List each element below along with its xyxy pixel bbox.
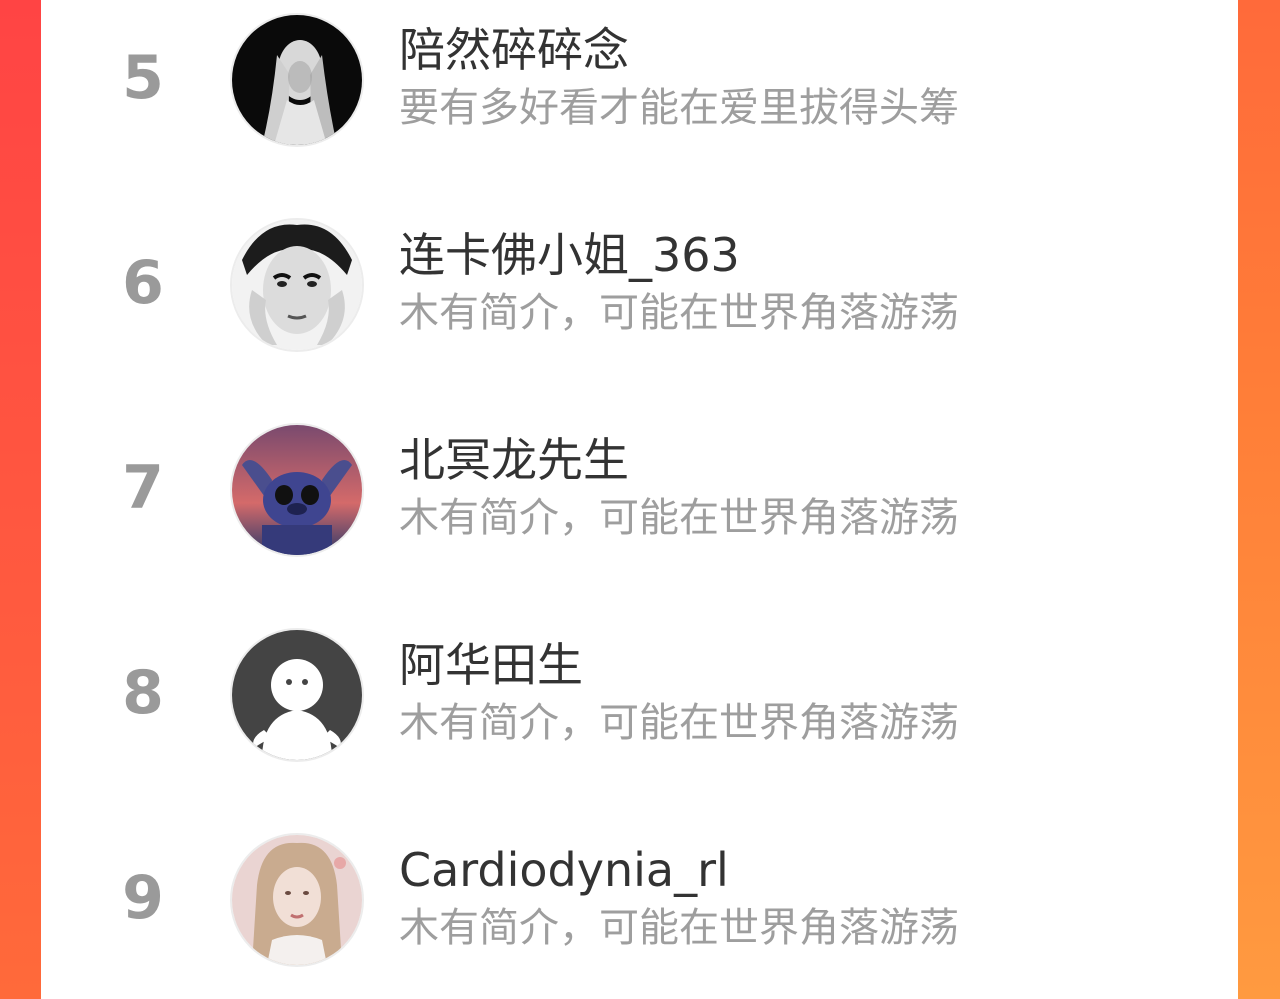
default-user-avatar-icon[interactable]: [230, 628, 364, 762]
ranking-list: 5 陪然碎碎念 要有多好看才能在爱里拔得头筹 6 连卡佛小姐_363 木有简介，…: [41, 0, 1238, 999]
right-background-strip: [1238, 0, 1280, 999]
user-name[interactable]: 陪然碎碎念: [399, 20, 629, 80]
user-bio: 木有简介，可能在世界角落游荡: [399, 700, 959, 746]
user-bio: 木有简介，可能在世界角落游荡: [399, 905, 959, 951]
ranking-list-item[interactable]: 6 连卡佛小姐_363 木有简介，可能在世界角落游荡: [41, 213, 1238, 363]
ranking-list-item[interactable]: 5 陪然碎碎念 要有多好看才能在爱里拔得头筹: [41, 8, 1238, 158]
rank-number: 9: [122, 863, 164, 933]
ranking-list-item[interactable]: 9 Cardiodynia_rl 木有简介，可能在世界角落游荡: [41, 828, 1238, 978]
user-bio: 木有简介，可能在世界角落游荡: [399, 290, 959, 336]
user-name[interactable]: 阿华田生: [399, 635, 583, 695]
rank-number: 7: [122, 453, 164, 523]
rank-number: 5: [122, 43, 164, 113]
user-name[interactable]: 北冥龙先生: [399, 430, 629, 490]
left-background-strip: [0, 0, 41, 999]
user-name[interactable]: Cardiodynia_rl: [399, 840, 729, 900]
white-haired-girl-avatar-icon[interactable]: [230, 13, 364, 147]
user-bio: 木有简介，可能在世界角落游荡: [399, 495, 959, 541]
audrey-portrait-avatar-icon[interactable]: [230, 218, 364, 352]
user-bio: 要有多好看才能在爱里拔得头筹: [399, 85, 959, 131]
user-name[interactable]: 连卡佛小姐_363: [399, 225, 740, 285]
ranking-list-item[interactable]: 7 北冥龙先生 木有简介，可能在世界角落游荡: [41, 418, 1238, 568]
stitch-cartoon-avatar-icon[interactable]: [230, 423, 364, 557]
rank-number: 8: [122, 658, 164, 728]
girl-photo-avatar-icon[interactable]: [230, 833, 364, 967]
rank-number: 6: [122, 248, 164, 318]
ranking-list-item[interactable]: 8 阿华田生 木有简介，可能在世界角落游荡: [41, 623, 1238, 773]
